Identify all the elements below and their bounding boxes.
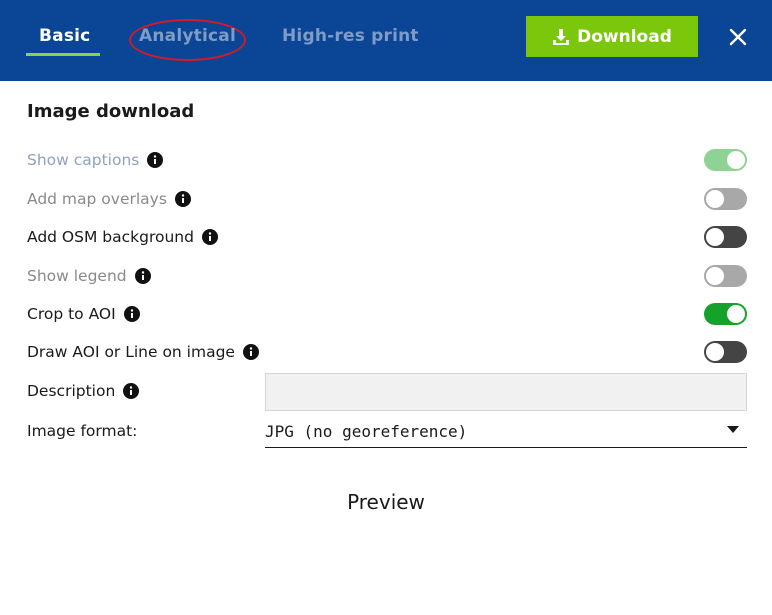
info-icon[interactable] [134, 268, 151, 284]
description-label: Description [27, 382, 116, 400]
info-icon[interactable] [123, 306, 140, 322]
option-label: Crop to AOI [27, 305, 116, 323]
show-legend-toggle[interactable] [704, 265, 747, 287]
crop-to-aoi-toggle[interactable] [704, 303, 747, 325]
option-label: Draw AOI or Line on image [27, 343, 235, 361]
tab-analytical[interactable]: Analytical [139, 26, 236, 46]
close-icon[interactable] [727, 26, 749, 48]
tab-basic[interactable]: Basic [39, 26, 90, 46]
description-input[interactable] [265, 373, 747, 411]
image-format-select[interactable]: JPG (no georeference) [265, 418, 747, 448]
section-title: Image download [27, 101, 195, 122]
tab-high-res-print[interactable]: High-res print [282, 26, 419, 46]
option-row-draw-aoi-or-line: Draw AOI or Line on image [27, 341, 747, 365]
show-captions-toggle[interactable] [704, 149, 747, 171]
top-bar: Basic Analytical High-res print Download [0, 0, 772, 81]
info-icon[interactable] [147, 152, 164, 168]
option-row-show-legend: Show legend [27, 265, 747, 289]
info-icon[interactable] [242, 344, 259, 360]
option-label: Show captions [27, 151, 140, 169]
preview-heading: Preview [347, 490, 425, 514]
image-format-value: JPG (no georeference) [265, 422, 468, 441]
add-map-overlays-toggle[interactable] [704, 188, 747, 210]
option-row-add-map-overlays: Add map overlays [27, 188, 747, 212]
option-row-show-captions: Show captions [27, 149, 747, 173]
option-label: Add map overlays [27, 190, 167, 208]
caret-down-icon [727, 426, 739, 433]
option-label: Add OSM background [27, 228, 194, 246]
info-icon[interactable] [123, 383, 140, 399]
draw-aoi-or-line-toggle[interactable] [704, 341, 747, 363]
add-osm-background-toggle[interactable] [704, 226, 747, 248]
option-row-crop-to-aoi: Crop to AOI [27, 303, 747, 327]
download-icon [552, 28, 570, 46]
active-tab-indicator [26, 53, 100, 56]
image-format-label: Image format: [27, 422, 138, 440]
option-row-add-osm-background: Add OSM background [27, 226, 747, 250]
download-label: Download [577, 26, 672, 47]
info-icon[interactable] [201, 229, 218, 245]
option-label: Show legend [27, 267, 127, 285]
info-icon[interactable] [174, 191, 191, 207]
download-button[interactable]: Download [526, 16, 698, 57]
